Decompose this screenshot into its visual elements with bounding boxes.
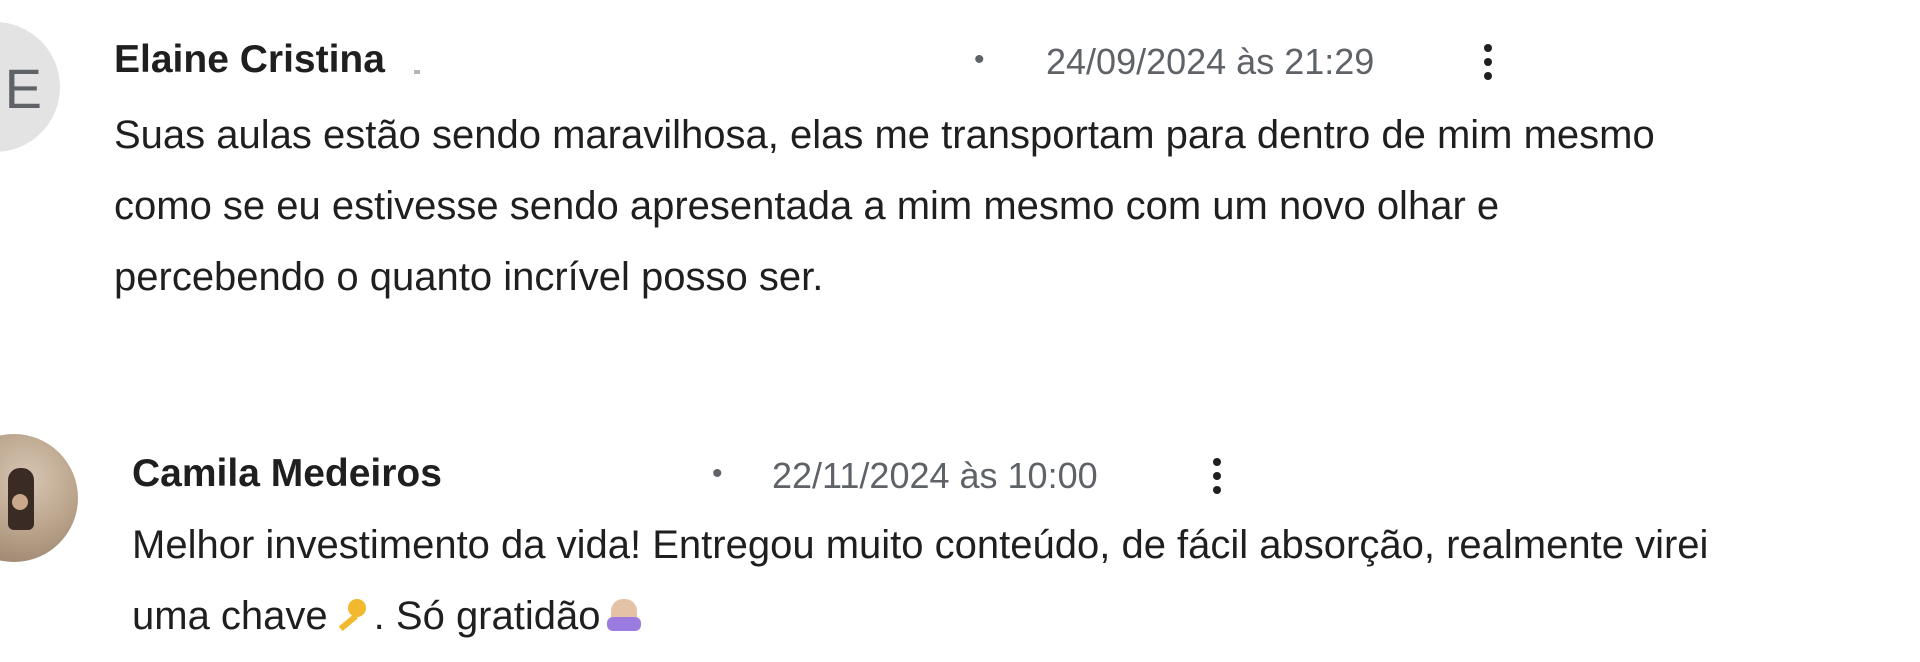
comment-item: E Elaine Cristina • 24/09/2024 às 21:29 … bbox=[0, 0, 1920, 330]
key-icon bbox=[334, 597, 368, 631]
separator-dot: • bbox=[712, 457, 723, 490]
avatar-photo-figure bbox=[8, 468, 34, 530]
author-name[interactable]: Camila Medeiros bbox=[132, 450, 442, 498]
comment-item: Camila Medeiros • 22/11/2024 às 10:00 Me… bbox=[0, 420, 1920, 662]
comment-header: Elaine Cristina • 24/09/2024 às 21:29 bbox=[114, 36, 1574, 84]
more-vert-icon[interactable] bbox=[1472, 38, 1502, 86]
more-vert-icon[interactable] bbox=[1201, 452, 1231, 500]
comment-text: Suas aulas estão sendo maravilhosa, elas… bbox=[114, 113, 1655, 299]
separator-dot: • bbox=[974, 43, 985, 76]
comment-header: Camila Medeiros • 22/11/2024 às 10:00 bbox=[132, 450, 1332, 498]
comment-timestamp: 24/09/2024 às 21:29 bbox=[1046, 41, 1375, 82]
folded-hands-icon bbox=[606, 597, 641, 632]
redacted-mark bbox=[414, 70, 420, 74]
comment-text: Melhor investimento da vida! Entregou mu… bbox=[132, 510, 1912, 652]
avatar[interactable]: E bbox=[0, 22, 60, 152]
comment-text-line2-part1: uma chave bbox=[132, 594, 328, 638]
avatar[interactable] bbox=[0, 434, 78, 562]
author-name[interactable]: Elaine Cristina bbox=[114, 36, 385, 84]
comment-text-line1: Melhor investimento da vida! Entregou mu… bbox=[132, 523, 1709, 567]
comment-text-line2-part2: . Só gratidão bbox=[373, 594, 601, 638]
avatar-initial: E bbox=[4, 57, 42, 120]
comment-timestamp: 22/11/2024 às 10:00 bbox=[772, 455, 1098, 496]
